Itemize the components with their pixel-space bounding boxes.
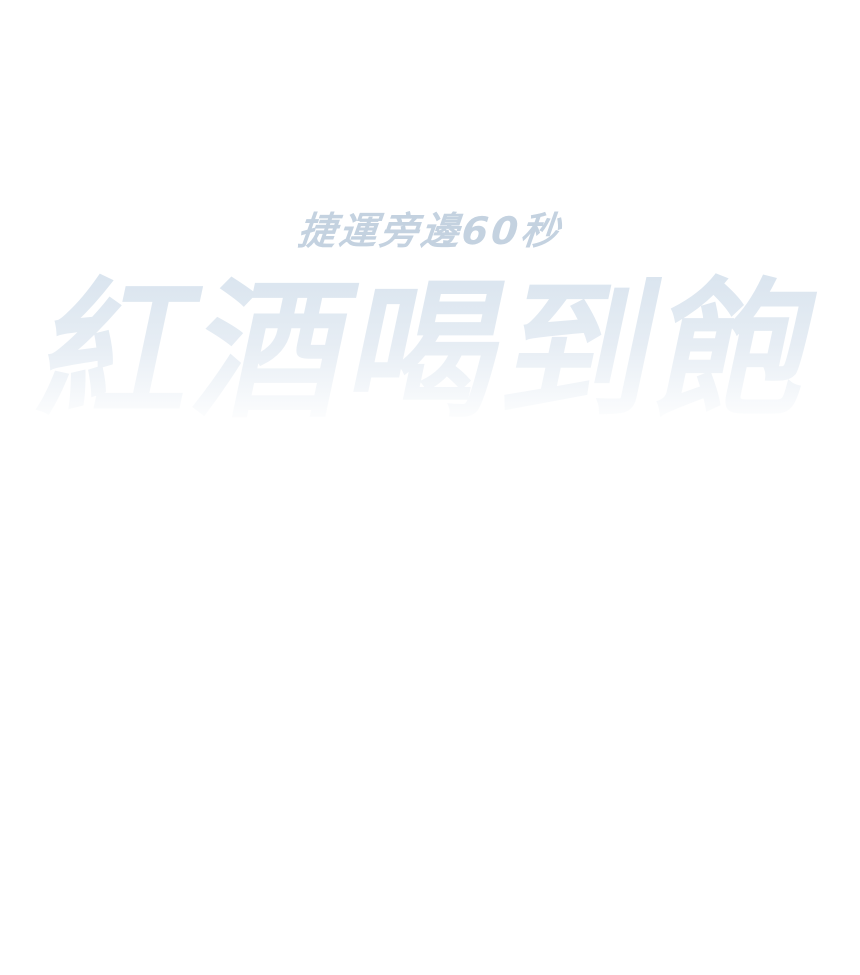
hero-subtitle: 捷運旁邊60秒 (295, 209, 565, 253)
hero-section: 捷運旁邊60秒 紅酒喝到飽 (0, 0, 860, 975)
hero-headline: 紅酒喝到飽 (0, 262, 860, 442)
